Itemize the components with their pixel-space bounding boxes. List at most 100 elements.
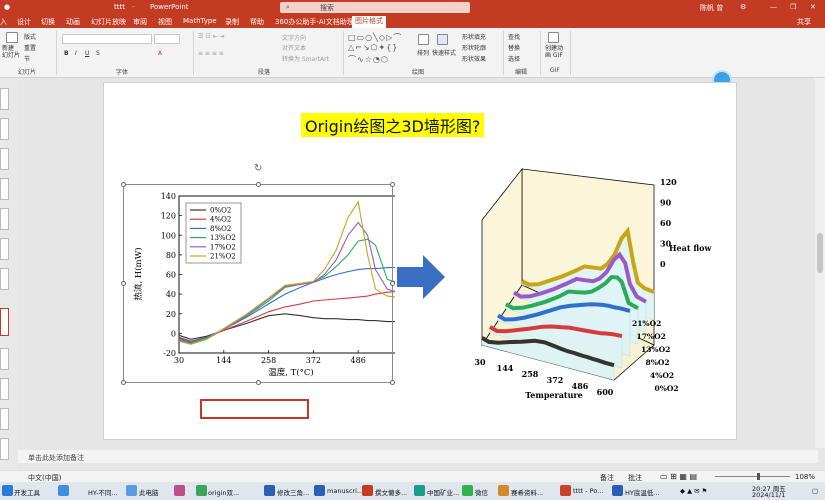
tab-360[interactable]: 360办公助手-AI文档助理 [275, 17, 354, 27]
app-icon[interactable] [362, 485, 373, 496]
font-size-box[interactable] [154, 34, 180, 44]
right-arrow-shape[interactable] [397, 255, 447, 299]
slide-thumbnail[interactable] [0, 238, 9, 260]
zoom-level[interactable]: 108% [795, 473, 815, 481]
zoom-slider-thumb[interactable] [757, 473, 760, 480]
slide-thumbnail[interactable] [0, 268, 9, 290]
share-button[interactable]: 共享 [797, 17, 811, 27]
tab-slideshow[interactable]: 幻灯片放映 [91, 17, 126, 27]
search-box[interactable]: ⌕ 搜索 [280, 2, 470, 13]
shape-outline-button[interactable]: 形状轮廓 [462, 43, 486, 52]
quick-styles-icon[interactable] [437, 34, 448, 45]
word-icon[interactable] [612, 485, 623, 496]
taskbar-item[interactable]: manuscri... [327, 487, 363, 495]
3d-wall-chart-image[interactable]: 0306090120150 30144258372486600 0%O24%O2… [464, 165, 714, 405]
gif-icon[interactable] [548, 32, 559, 43]
slide-thumbnail[interactable] [0, 408, 9, 430]
resize-handle[interactable] [390, 380, 395, 385]
find-button[interactable]: 查找 [508, 32, 520, 41]
smartart-button[interactable]: 转换为 SmartArt [282, 54, 329, 63]
slide-thumbnail[interactable] [0, 178, 9, 200]
slide-thumbnail[interactable] [0, 88, 9, 110]
italic-button[interactable]: I [75, 50, 77, 57]
origin-icon[interactable] [196, 485, 207, 496]
wechat-icon[interactable] [462, 485, 473, 496]
tray-icons[interactable]: ◆ ▲ ✉ ⚑ [680, 487, 707, 495]
slide-thumbnail-active[interactable] [0, 308, 9, 336]
start-icon[interactable] [2, 485, 13, 496]
reset-button[interactable]: 重置 [24, 43, 36, 52]
tab-transitions[interactable]: 切换 [41, 17, 55, 27]
zoom-slider[interactable] [715, 476, 790, 477]
close-icon[interactable]: ✕ [810, 3, 816, 11]
tab-record[interactable]: 录制 [225, 17, 239, 27]
shadow-button[interactable]: S [96, 50, 100, 57]
resize-handle[interactable] [121, 281, 126, 286]
computer-icon[interactable] [126, 485, 137, 496]
quick-styles-button[interactable]: 快速样式 [432, 48, 456, 57]
replace-button[interactable]: 替换 [508, 43, 520, 52]
create-gif-button[interactable]: 创建动 画 GIF [545, 45, 563, 59]
maximize-icon[interactable]: ❐ [790, 3, 796, 11]
selection-frame[interactable] [123, 184, 393, 383]
taskbar-item[interactable]: 微信 [475, 487, 488, 497]
tab-design[interactable]: 设计 [17, 17, 31, 27]
bold-button[interactable]: B [64, 50, 69, 57]
tab-animations[interactable]: 动画 [66, 17, 80, 27]
font-color-button[interactable]: A [158, 50, 162, 57]
folder-icon[interactable] [498, 485, 509, 496]
text-direction-button[interactable]: 文字方向 [282, 33, 306, 42]
underline-button[interactable]: U [85, 50, 89, 57]
arrange-button[interactable]: 排列 [417, 48, 429, 57]
vertical-scrollbar[interactable] [815, 78, 825, 448]
section-button[interactable]: 节 [24, 54, 30, 63]
resize-handle[interactable] [390, 182, 395, 187]
new-slide-button[interactable]: 新建 幻灯片 [2, 45, 20, 59]
taskbar-item[interactable]: 赛希资料... [511, 487, 543, 497]
tab-mathtype[interactable]: MathType [183, 17, 217, 25]
taskbar-item[interactable]: 撰文懒多... [375, 487, 407, 497]
view-buttons[interactable]: ▭ ⊞ ▦ ▤ [660, 472, 697, 481]
tab-view[interactable]: 视图 [158, 17, 172, 27]
clock-date[interactable]: 2024/11/1 [752, 491, 785, 499]
shapes-gallery[interactable]: □▭○╲◇▷⌒ [348, 32, 402, 43]
slide-thumbnail[interactable] [0, 208, 9, 230]
slide-thumbnail[interactable] [0, 348, 9, 370]
new-slide-icon[interactable] [6, 32, 18, 43]
word-icon[interactable] [314, 485, 325, 496]
tab-picture-format[interactable]: 图片格式 [352, 16, 386, 28]
resize-handle[interactable] [121, 182, 126, 187]
autosave-icon[interactable]: ● [4, 3, 10, 11]
font-name-box[interactable] [62, 34, 152, 44]
resize-handle[interactable] [390, 281, 395, 286]
tab-help[interactable]: 帮助 [250, 17, 264, 27]
browser-icon[interactable] [414, 485, 425, 496]
scrollbar-thumb[interactable] [817, 233, 823, 273]
shapes-gallery-row2[interactable]: △⌐↘⬠✦{} [348, 43, 398, 52]
taskbar-item[interactable]: 修改三角... [277, 487, 309, 497]
arrange-icon[interactable] [418, 34, 429, 45]
tab-review[interactable]: 审阅 [133, 17, 147, 27]
settings-icon[interactable]: ⚙ [740, 3, 746, 11]
taskbar-item[interactable]: tttt - Po... [573, 487, 603, 495]
shape-effects-button[interactable]: 形状效果 [462, 54, 486, 63]
resize-handle[interactable] [256, 380, 261, 385]
shape-fill-button[interactable]: 形状填充 [462, 32, 486, 41]
taskbar-item[interactable]: 此电脑 [139, 487, 159, 497]
word-icon[interactable] [264, 485, 275, 496]
align-buttons[interactable]: ≡ ≡ ≡ ≡ [198, 50, 224, 57]
taskbar-item[interactable]: HY-不同... [88, 487, 118, 497]
powerpoint-icon[interactable] [560, 485, 571, 496]
slide-thumbnail[interactable] [0, 438, 9, 460]
minimize-icon[interactable]: — [770, 3, 777, 11]
resize-handle[interactable] [121, 380, 126, 385]
taskbar-item[interactable]: 开发工具 [14, 487, 40, 497]
app-icon[interactable] [58, 485, 69, 496]
slide-thumbnail[interactable] [0, 118, 9, 140]
resize-handle[interactable] [256, 182, 261, 187]
tab-insert[interactable]: 入 [0, 17, 7, 27]
slide-thumbnail[interactable] [0, 378, 9, 400]
rotate-handle-icon[interactable]: ↻ [254, 164, 264, 174]
notes-pane[interactable]: 单击此处添加备注 [18, 450, 818, 463]
notification-icon[interactable]: ▢ [812, 487, 818, 495]
